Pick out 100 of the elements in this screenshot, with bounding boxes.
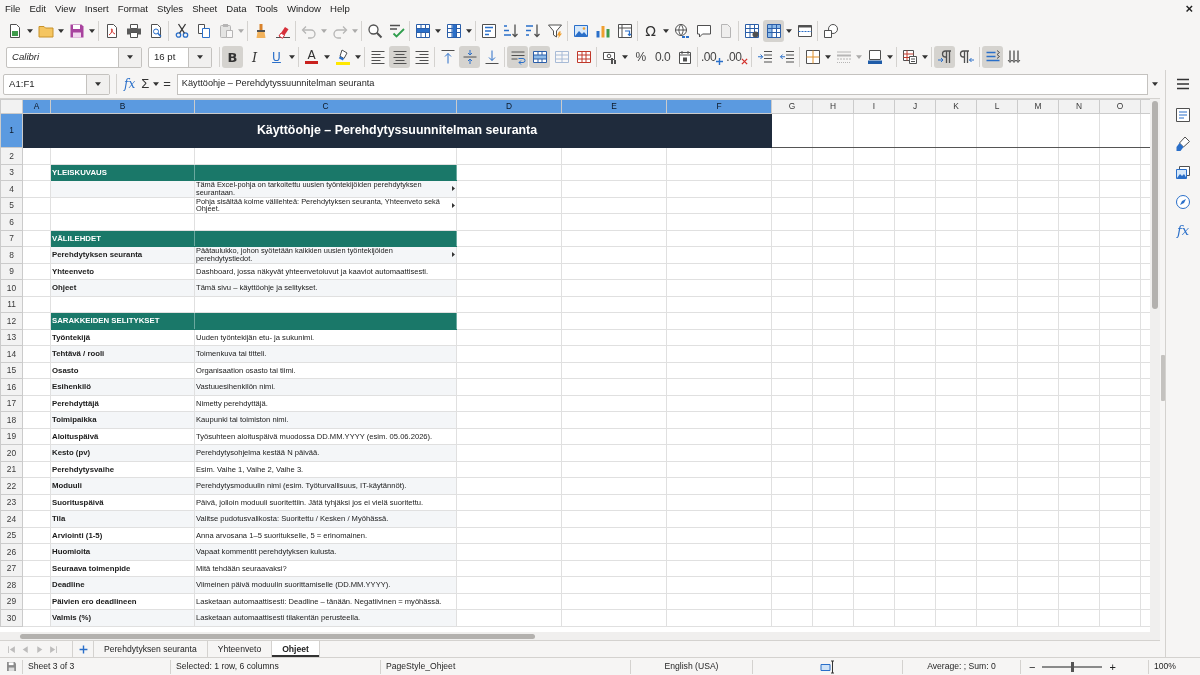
merge-center-button[interactable] (529, 46, 550, 68)
align-top-icon (439, 49, 456, 65)
compass-icon (1175, 194, 1191, 210)
caret-icon (786, 28, 792, 33)
column-header[interactable]: C (194, 99, 457, 114)
caret-icon (27, 28, 33, 33)
menu-item[interactable]: Tools (251, 1, 283, 16)
column-header[interactable]: O (1099, 99, 1141, 114)
properties-icon (1175, 107, 1191, 123)
images-icon (1175, 165, 1191, 181)
scrollbar-thumb[interactable] (20, 634, 535, 639)
menu-item[interactable]: Styles (153, 1, 189, 16)
column-header[interactable]: H (812, 99, 854, 114)
column-header[interactable]: J (894, 99, 936, 114)
column-header[interactable]: E (561, 99, 667, 114)
vertical-text-icon (1006, 49, 1023, 65)
column-header[interactable]: F (666, 99, 772, 114)
wrap-text-button[interactable] (507, 46, 528, 68)
add-sheet-button[interactable] (72, 641, 94, 657)
vertical-scrollbar[interactable] (1150, 99, 1160, 632)
plus-icon (78, 644, 88, 654)
plus-icon (716, 58, 724, 65)
zoom-out-button[interactable]: − (1026, 660, 1039, 673)
delete-decimal-button[interactable]: .00 (725, 46, 750, 68)
special-character-button[interactable]: Ω (640, 19, 661, 42)
name-box-field[interactable]: A1:F1 (3, 73, 110, 95)
caret-icon (825, 55, 832, 59)
bold-button[interactable]: B (222, 46, 243, 68)
percent-button[interactable]: % (630, 46, 651, 68)
caret-icon (352, 28, 358, 33)
highlighter-icon (334, 49, 351, 65)
row-header[interactable]: 1 (0, 113, 23, 148)
printer-icon (125, 22, 142, 39)
italic-button[interactable]: I (244, 46, 265, 68)
shapes-icon (822, 22, 839, 39)
font-name-field[interactable]: Calibri (6, 46, 142, 68)
slider-thumb[interactable] (1070, 661, 1074, 672)
menu-item[interactable]: Data (222, 1, 252, 16)
caret-icon (321, 28, 327, 33)
underline-button[interactable]: U (266, 46, 287, 68)
language-indicator: English (USA) (664, 661, 719, 672)
column-header[interactable]: I (853, 99, 895, 114)
scrollbar-thumb[interactable] (1152, 101, 1158, 309)
column-header[interactable]: K (935, 99, 977, 114)
merged-cells-icon (531, 49, 548, 65)
menu-item[interactable]: View (51, 1, 81, 16)
sum-button[interactable]: Σ (138, 76, 153, 92)
column-header[interactable]: A (22, 99, 51, 114)
menu-icon (1175, 76, 1191, 92)
column-header[interactable]: G (771, 99, 813, 114)
sheet-tab[interactable]: Ohjeet (272, 641, 320, 657)
align-left-icon (369, 49, 386, 65)
paintbrush-icon (1175, 136, 1191, 152)
font-color-button[interactable]: A (301, 46, 322, 68)
functions-button[interactable]: fx (1172, 221, 1194, 241)
caret-icon (289, 55, 295, 59)
dropdown-button[interactable] (188, 47, 211, 67)
table-grid-icon (575, 49, 592, 65)
menu-item[interactable]: Window (282, 1, 327, 16)
menu-item[interactable]: Insert (80, 1, 114, 16)
column-header[interactable]: M (1017, 99, 1059, 114)
font-size-field[interactable]: 16 pt (148, 46, 212, 68)
menu-item[interactable]: Help (326, 1, 355, 16)
column-header[interactable]: N (1058, 99, 1100, 114)
dropdown-button[interactable] (86, 74, 109, 94)
caret-icon (197, 55, 203, 59)
zoom-percentage: 100% (1154, 661, 1176, 672)
menu-item[interactable]: Edit (25, 1, 51, 16)
sheet-title: Käyttöohje – Perehdytyssuunnitelman seuranta (256, 123, 538, 138)
menu-item[interactable]: File (1, 1, 26, 16)
caret-icon (922, 55, 929, 59)
checkmark-icon (388, 22, 405, 39)
number-button[interactable]: 0.0 (652, 46, 673, 68)
sheet-tab[interactable]: Perehdytyksen seuranta (94, 641, 208, 657)
table-column-icon (445, 22, 462, 39)
left-to-right-button[interactable] (934, 46, 956, 68)
column-header[interactable]: L (976, 99, 1018, 114)
scissors-icon (173, 22, 190, 39)
freeze-panes-button[interactable] (763, 19, 784, 42)
dropdown-button[interactable] (118, 47, 141, 67)
zoom-in-button[interactable]: + (1106, 660, 1119, 673)
add-decimal-button[interactable]: .00 (700, 46, 725, 68)
function-wizard-button[interactable]: fx (121, 76, 139, 92)
horizontal-scrollbar[interactable] (0, 632, 1160, 640)
sidebar-handle[interactable] (1160, 354, 1165, 401)
caret-icon (466, 28, 472, 33)
align-center-button[interactable] (389, 46, 410, 68)
formula-button[interactable]: = (160, 76, 174, 92)
column-header[interactable]: D (456, 99, 562, 114)
column-header[interactable]: B (50, 99, 195, 114)
menu-item[interactable]: Format (113, 1, 154, 16)
table-grid-icon (765, 22, 782, 39)
align-bottom-icon (483, 49, 500, 65)
align-middle-icon (461, 49, 478, 65)
align-right-icon (413, 49, 430, 65)
caret-icon (127, 55, 133, 59)
menu-item[interactable]: Sheet (188, 1, 223, 16)
close-document-button[interactable]: × (1179, 1, 1199, 16)
horizontal-text-button[interactable] (982, 46, 1004, 68)
formula-input-field[interactable]: Käyttöohje – Perehdytyssuunnitelman seuranta (176, 73, 1148, 95)
